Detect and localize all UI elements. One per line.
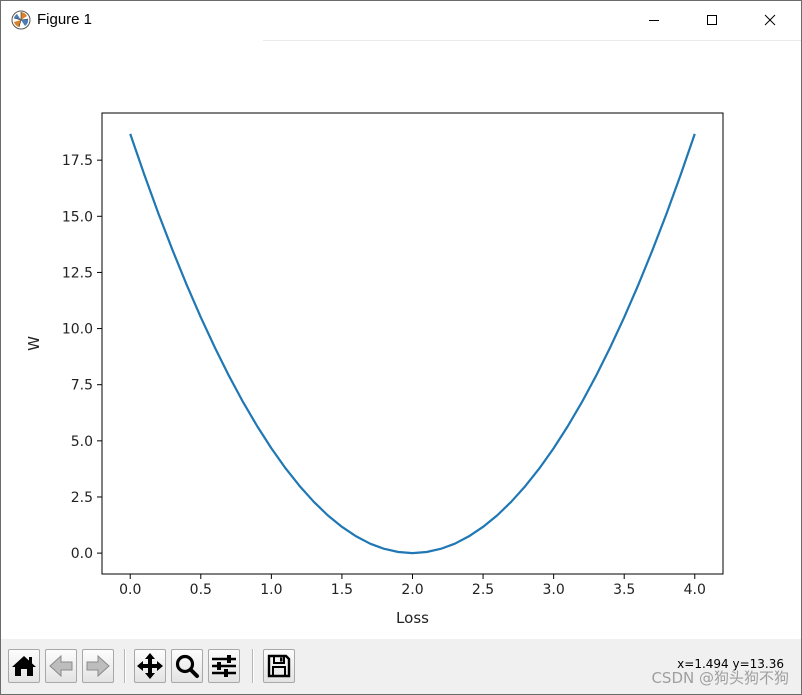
home-icon (12, 656, 36, 676)
back-arrow-icon (49, 654, 73, 678)
figure-canvas[interactable]: 0.0 0.5 1.0 1.5 2.0 2.5 3.0 3.5 4.0 0.0 2.5 5.0 7.5 1… (1, 41, 801, 639)
x-tick-label: 0.0 (119, 582, 141, 598)
move-icon (137, 653, 163, 679)
figure-window: Figure 1 0.0 0.5 1.0 1.5 2.0 2.5 3.0 3.5 4.0 0.0 2… (0, 0, 802, 695)
x-axis-label: Loss (396, 609, 429, 627)
matplotlib-logo-icon (11, 10, 31, 30)
y-tick-label: 2.5 (71, 490, 93, 506)
navigation-toolbar: x=1.494 y=13.36 CSDN @狗头狗不狗 (1, 639, 801, 694)
title-bar: Figure 1 (1, 1, 801, 40)
close-icon (764, 14, 776, 26)
floppy-disk-icon (267, 654, 291, 678)
forward-arrow-icon (86, 654, 110, 678)
save-button[interactable] (263, 649, 295, 683)
pan-button[interactable] (134, 649, 166, 683)
x-tick-label: 3.0 (543, 582, 565, 598)
y-tick-label: 12.5 (62, 265, 93, 281)
x-tick-label: 1.5 (331, 582, 353, 598)
configure-subplots-button[interactable] (208, 649, 240, 683)
x-tick-label: 2.0 (401, 582, 423, 598)
watermark: CSDN @狗头狗不狗 (651, 669, 789, 687)
sliders-icon (212, 655, 236, 677)
back-button[interactable] (45, 649, 77, 683)
toolbar-separator (252, 649, 254, 683)
y-axis-label: W (25, 336, 43, 351)
toolbar-separator (124, 649, 126, 683)
axes-frame (101, 112, 724, 575)
x-tick-label: 1.0 (260, 582, 282, 598)
x-tick-label: 0.5 (190, 582, 212, 598)
y-tick-label: 0.0 (71, 546, 93, 562)
forward-button[interactable] (82, 649, 114, 683)
y-tick-label: 15.0 (62, 209, 93, 225)
minimize-icon (649, 20, 659, 21)
x-tick-label: 3.5 (613, 582, 635, 598)
line-chart[interactable]: 0.0 0.5 1.0 1.5 2.0 2.5 3.0 3.5 4.0 0.0 2.5 5.0 7.5 1… (1, 41, 801, 639)
y-tick-label: 10.0 (62, 322, 93, 338)
maximize-button[interactable] (689, 1, 735, 39)
y-tick-label: 5.0 (71, 434, 93, 450)
y-tick-label: 17.5 (62, 153, 93, 169)
window-title: Figure 1 (37, 11, 93, 28)
home-button[interactable] (8, 649, 40, 683)
y-tick-label: 7.5 (71, 378, 93, 394)
close-button[interactable] (747, 1, 793, 39)
series-line-0 (129, 133, 696, 555)
minimize-button[interactable] (631, 1, 677, 39)
x-tick-label: 2.5 (472, 582, 494, 598)
magnifier-icon (175, 654, 199, 678)
x-tick-label: 4.0 (684, 582, 706, 598)
maximize-icon (707, 15, 717, 25)
zoom-button[interactable] (171, 649, 203, 683)
